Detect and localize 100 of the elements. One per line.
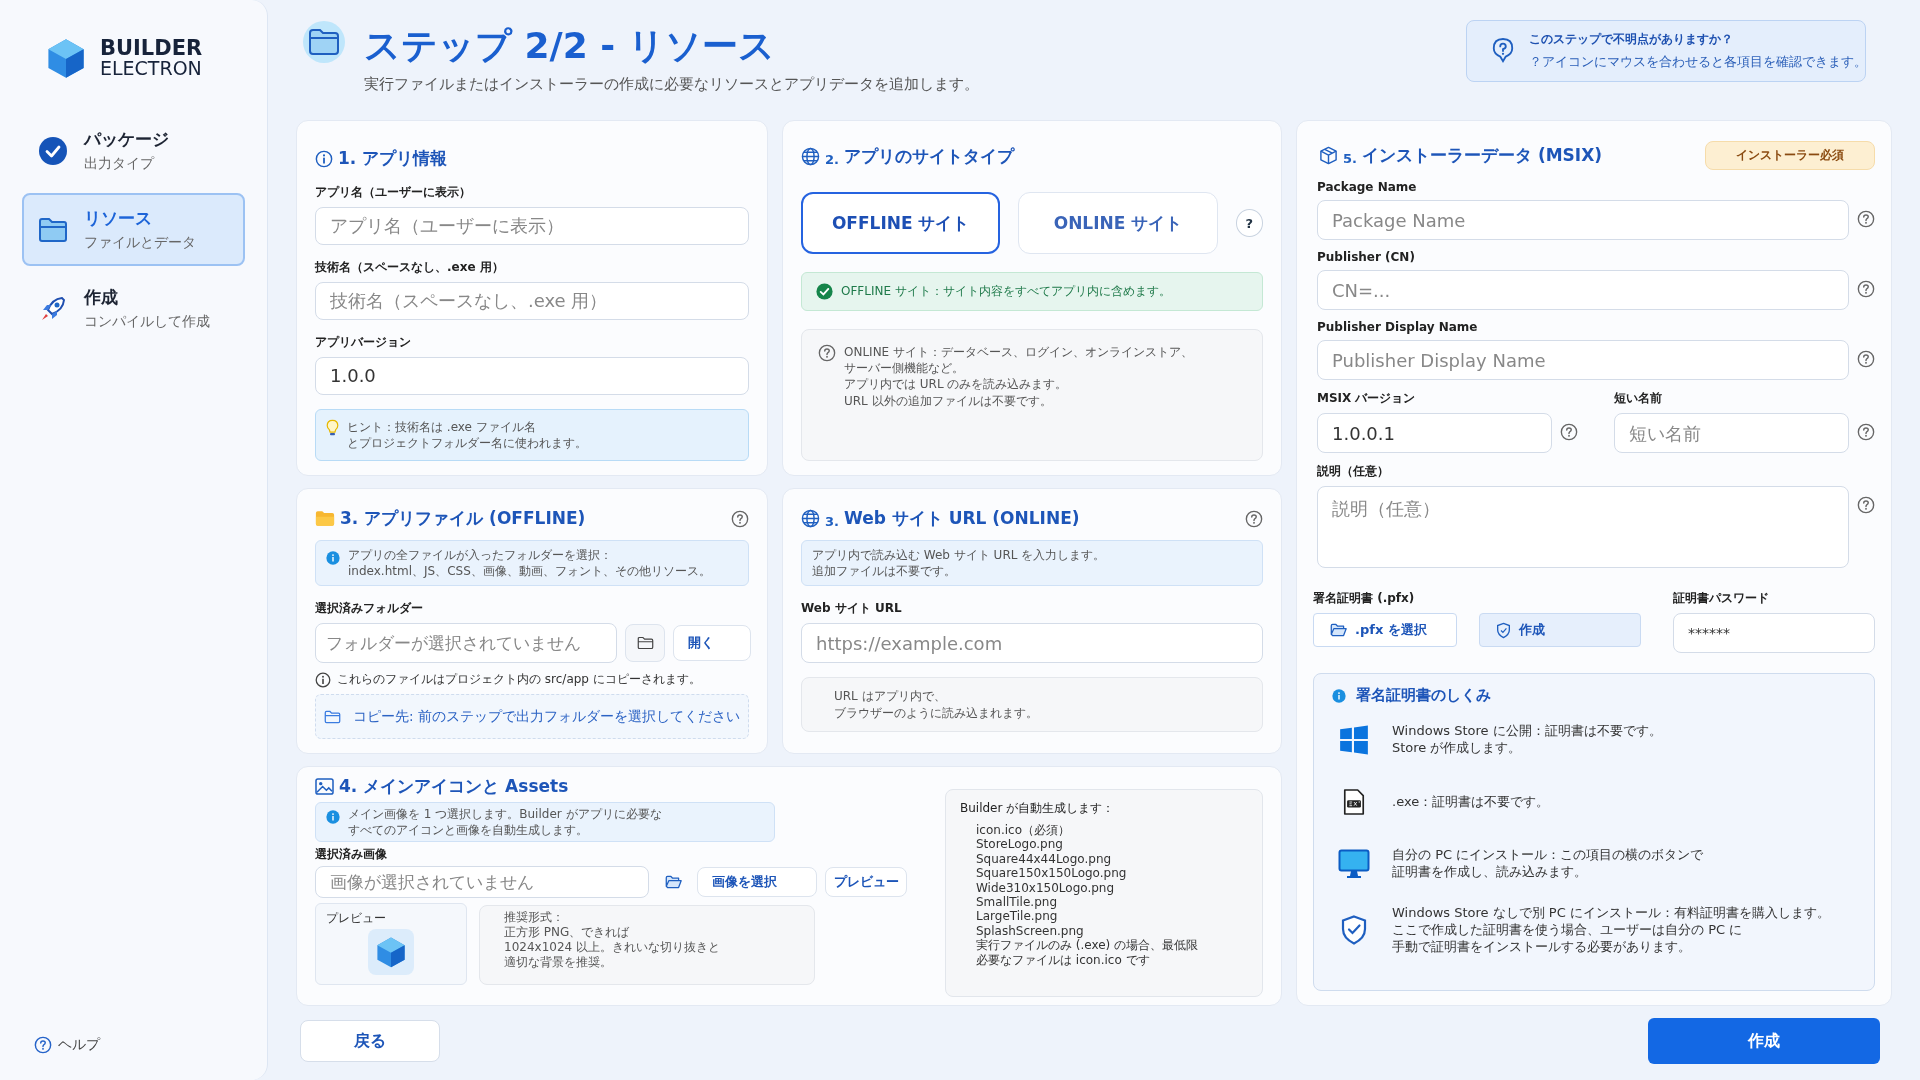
field-label: Package Name xyxy=(1317,180,1418,194)
check-icon xyxy=(38,135,68,166)
site-type-option[interactable]: OFFLINE サイト xyxy=(801,192,1001,254)
action-button[interactable]: プレビュー xyxy=(825,867,907,898)
section-title: Web サイト URL (ONLINE) xyxy=(844,507,1080,530)
box-icon xyxy=(1319,146,1338,165)
info-text: ここで作成した証明書を使う場合、ユーザーは自分の PC に xyxy=(1392,921,1744,939)
section-number: 2. xyxy=(825,152,839,167)
info-text: .exe：証明書は不要です。 xyxy=(1392,793,1550,811)
field-label: Publisher Display Name xyxy=(1317,320,1479,334)
input-field[interactable]: フォルダーが選択されていません xyxy=(315,623,617,664)
create-certificate-button[interactable]: 作成 xyxy=(1479,613,1641,647)
destination-text: コピー先: 前のステップで出力フォルダーを選択してください xyxy=(353,707,740,726)
recommendation-text: 推奨形式： xyxy=(504,910,565,926)
input-field[interactable]: 1.0.0 xyxy=(315,356,749,395)
file-name: icon.ico（必須） xyxy=(976,823,1071,838)
folder-icon xyxy=(38,216,68,243)
input-field[interactable]: 1.0.0.1 xyxy=(1317,413,1552,453)
info-text: index.html、JS、CSS、画像、動画、フォント、その他リソース。 xyxy=(348,563,711,580)
info-text: すべてのアイコンと画像を自動生成します。 xyxy=(348,822,589,839)
image-icon xyxy=(315,778,334,795)
globe-icon xyxy=(801,147,820,166)
input-field[interactable]: 画像が選択されていません xyxy=(315,866,649,899)
info-icon xyxy=(326,810,340,824)
section-title: 4. メインアイコンと Assets xyxy=(339,775,569,798)
help-icon xyxy=(1245,509,1263,528)
info-icon xyxy=(326,551,340,565)
file-name: LargeTile.png xyxy=(976,909,1059,924)
file-name: StoreLogo.png xyxy=(976,837,1064,852)
info-text: URL 以外の追加ファイルは不要です。 xyxy=(844,392,1053,409)
action-button[interactable]: 画像を選択 xyxy=(697,867,817,898)
info-text: Windows Store なしで別 PC にインストール：有料証明書を購入します。 xyxy=(1392,905,1830,922)
section-number: 5. xyxy=(1343,151,1357,166)
input-field[interactable]: アプリ名（ユーザーに表示） xyxy=(315,207,749,245)
field-label: MSIX バージョン xyxy=(1317,390,1417,407)
folder-icon xyxy=(324,709,341,724)
open-button[interactable]: 開く xyxy=(673,625,751,662)
help-link[interactable]: ヘルプ xyxy=(22,1036,100,1054)
field-label: Web サイト URL xyxy=(801,600,903,618)
check-icon xyxy=(816,283,833,300)
logo-text: BUILDER xyxy=(100,37,203,60)
input-field[interactable]: 短い名前 xyxy=(1614,413,1849,453)
step-title: パッケージ xyxy=(84,128,169,151)
browse-button[interactable] xyxy=(625,624,665,663)
page-title: ステップ 2/2 - リソース xyxy=(364,24,776,68)
input-field[interactable]: ****** xyxy=(1673,613,1875,653)
create-button[interactable]: 作成 xyxy=(1648,1018,1880,1064)
select-pfx-button[interactable]: .pfx を選択 xyxy=(1313,613,1457,647)
input-field[interactable]: CN=... xyxy=(1317,270,1849,310)
info-text: ONLINE サイト：データベース、ログイン、オンラインストア、 xyxy=(844,344,1194,361)
info-text: サーバー側機能など。 xyxy=(844,360,965,377)
file-name: Square44x44Logo.png xyxy=(976,851,1113,867)
folder-icon xyxy=(636,636,654,651)
info-text: ブラウザーのように読み込まれます。 xyxy=(834,704,1038,721)
file-name: SplashScreen.png xyxy=(976,923,1085,938)
step-subtitle: コンパイルして作成 xyxy=(84,313,210,331)
back-button[interactable]: 戻る xyxy=(300,1020,440,1062)
sidebar-item[interactable]: 作成 コンパイルして作成 xyxy=(22,272,245,345)
field-label: Publisher (CN) xyxy=(1317,250,1416,264)
info-text: アプリ内では URL のみを読み込みます。 xyxy=(844,376,1069,393)
info-text: 追加ファイルは不要です。 xyxy=(812,563,957,580)
help-button[interactable]: ? xyxy=(1235,209,1263,237)
section-number: 3. xyxy=(825,514,839,529)
info-icon xyxy=(315,671,331,688)
sidebar-item[interactable]: パッケージ 出力タイプ xyxy=(22,114,245,187)
section-title: 1. アプリ情報 xyxy=(338,147,448,170)
section-title: 3. アプリファイル (OFFLINE) xyxy=(340,507,586,530)
info-icon xyxy=(1332,688,1346,703)
input-field[interactable]: 技術名（スペースなし、.exe 用） xyxy=(315,281,749,320)
input-field[interactable]: Publisher Display Name xyxy=(1317,340,1849,380)
section-title: アプリのサイトタイプ xyxy=(844,145,1014,168)
field-label: 技術名（スペースなし、.exe 用） xyxy=(315,258,505,276)
field-label: 証明書パスワード xyxy=(1673,590,1770,607)
info-text: 自分の PC にインストール：この項目の横のボタンで xyxy=(1392,847,1704,864)
help-icon xyxy=(1857,350,1875,368)
help-box-title: このステップで不明点がありますか？ xyxy=(1529,31,1734,48)
step-subtitle: 出力タイプ xyxy=(84,155,156,173)
file-name: Square150x150Logo.png xyxy=(976,866,1128,881)
help-icon xyxy=(818,344,836,362)
recommendation-text: 適切な背景を推奨。 xyxy=(504,955,613,971)
folder-icon xyxy=(315,510,335,527)
sidebar-item[interactable]: リソース ファイルとデータ xyxy=(22,193,245,266)
info-text: 証明書を作成し、読み込みます。 xyxy=(1392,864,1588,881)
info-text: メイン画像を 1 つ選択します。Builder がアプリに必要な xyxy=(348,806,662,823)
text-area[interactable]: 説明（任意） xyxy=(1317,486,1849,568)
hint-text: ヒント：技術名は .exe ファイル名 xyxy=(347,418,537,435)
field-label: 選択済み画像 xyxy=(315,846,388,864)
info-text: アプリ内で読み込む Web サイト URL を入力します。 xyxy=(812,547,1107,564)
help-icon xyxy=(1857,280,1875,298)
input-field[interactable]: https://example.com xyxy=(801,623,1263,664)
info-text: アプリの全ファイルが入ったフォルダーを選択： xyxy=(348,547,613,564)
field-label: 短い名前 xyxy=(1614,390,1663,407)
help-icon xyxy=(1857,423,1875,441)
input-field[interactable]: Package Name xyxy=(1317,200,1849,240)
lightbulb-icon xyxy=(326,418,339,437)
site-type-option[interactable]: ONLINE サイト xyxy=(1018,192,1218,254)
section-title: インストーラーデータ (MSIX) xyxy=(1362,144,1603,167)
monitor-icon xyxy=(1336,849,1372,879)
help-icon xyxy=(1491,37,1515,65)
note-text: これらのファイルはプロジェクト内の src/app にコピーされます。 xyxy=(337,671,701,689)
